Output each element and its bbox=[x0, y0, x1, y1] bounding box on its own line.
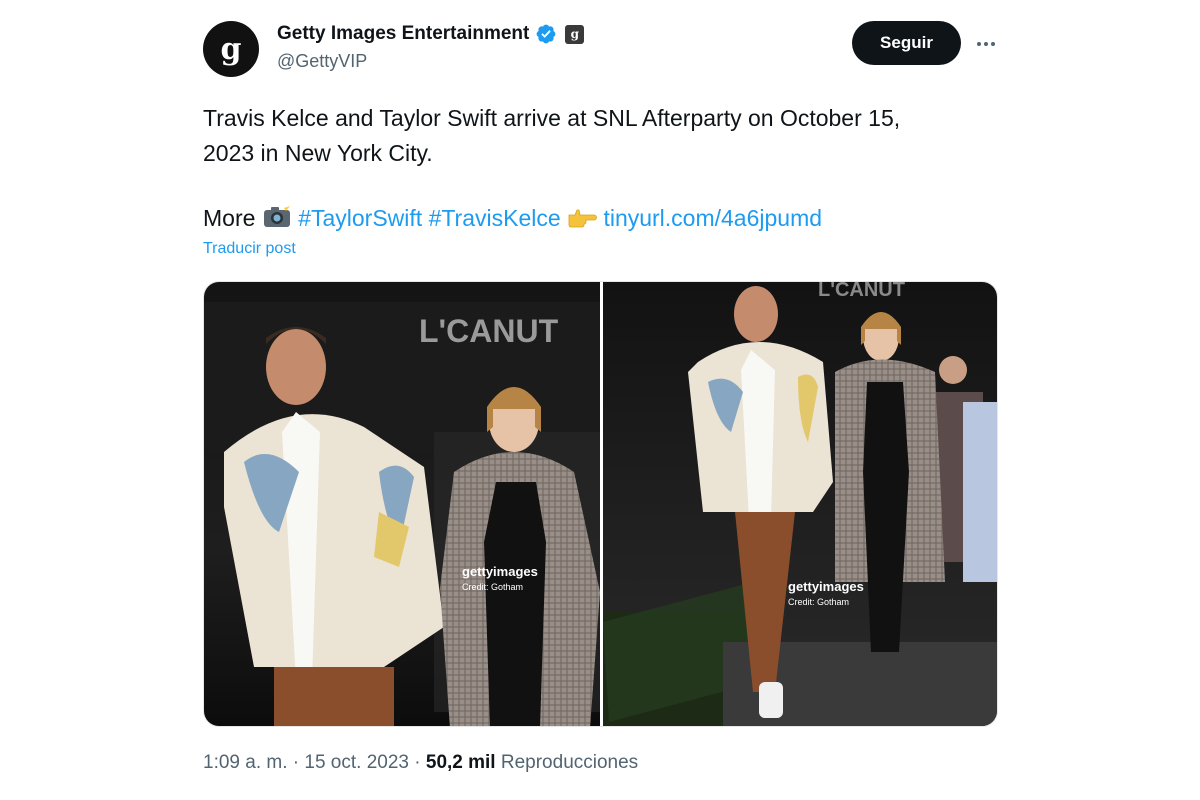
photo-2[interactable]: L'CANUT gettyimages Credit: Gotham bbox=[603, 282, 997, 726]
hashtag-taylorswift[interactable]: #TaylorSwift bbox=[298, 205, 422, 231]
views-label: Reproducciones bbox=[500, 752, 639, 773]
follow-button[interactable]: Seguir bbox=[852, 21, 961, 65]
tweet-time[interactable]: 1:09 a. m. bbox=[203, 752, 288, 773]
credit: Credit: Gotham bbox=[788, 597, 849, 607]
account-handle[interactable]: @GettyVIP bbox=[277, 51, 367, 72]
tweet-media[interactable]: L'CANUT gettyimages Credit: Gotham L'CAN… bbox=[203, 281, 998, 727]
tweet-text: Travis Kelce and Taylor Swift arrive at … bbox=[203, 101, 973, 171]
tweet-text-line-1: Travis Kelce and Taylor Swift arrive at … bbox=[203, 105, 901, 131]
more-dots-icon[interactable] bbox=[972, 30, 1000, 58]
account-name-row: Getty Images Entertainment g bbox=[277, 23, 585, 45]
affiliate-badge-icon[interactable]: g bbox=[565, 24, 585, 44]
pointing-right-emoji bbox=[567, 204, 597, 239]
meta-separator: · bbox=[287, 752, 305, 773]
avatar-letter: g bbox=[220, 31, 242, 67]
storefront-sign: L'CANUT bbox=[818, 282, 905, 301]
translate-post-link[interactable]: Traducir post bbox=[203, 240, 296, 258]
avatar[interactable]: g bbox=[203, 21, 259, 77]
credit: Credit: Gotham bbox=[462, 582, 523, 592]
tweet-date[interactable]: 15 oct. 2023 bbox=[304, 752, 409, 773]
hashtag-traviskelce[interactable]: #TravisKelce bbox=[429, 205, 561, 231]
watermark: gettyimages bbox=[788, 579, 864, 594]
storefront-sign: L'CANUT bbox=[419, 313, 559, 349]
tweet-meta: 1:09 a. m. · 15 oct. 2023 · 50,2 mil Rep… bbox=[203, 752, 638, 774]
more-label: More bbox=[203, 205, 256, 231]
display-name[interactable]: Getty Images Entertainment bbox=[277, 23, 529, 45]
tweet-text-line-2: 2023 in New York City. bbox=[203, 140, 433, 166]
photo-1[interactable]: L'CANUT gettyimages Credit: Gotham bbox=[204, 282, 600, 726]
view-count: 50,2 mil bbox=[425, 752, 496, 773]
tweet-more-line: More #TaylorSwift #TravisKelce tinyurl.c… bbox=[203, 201, 822, 239]
meta-separator: · bbox=[408, 752, 426, 773]
verified-badge-icon bbox=[535, 23, 557, 45]
watermark: gettyimages bbox=[462, 564, 538, 579]
tweet-link[interactable]: tinyurl.com/4a6jpumd bbox=[603, 205, 822, 231]
camera-flash-emoji bbox=[262, 204, 292, 239]
